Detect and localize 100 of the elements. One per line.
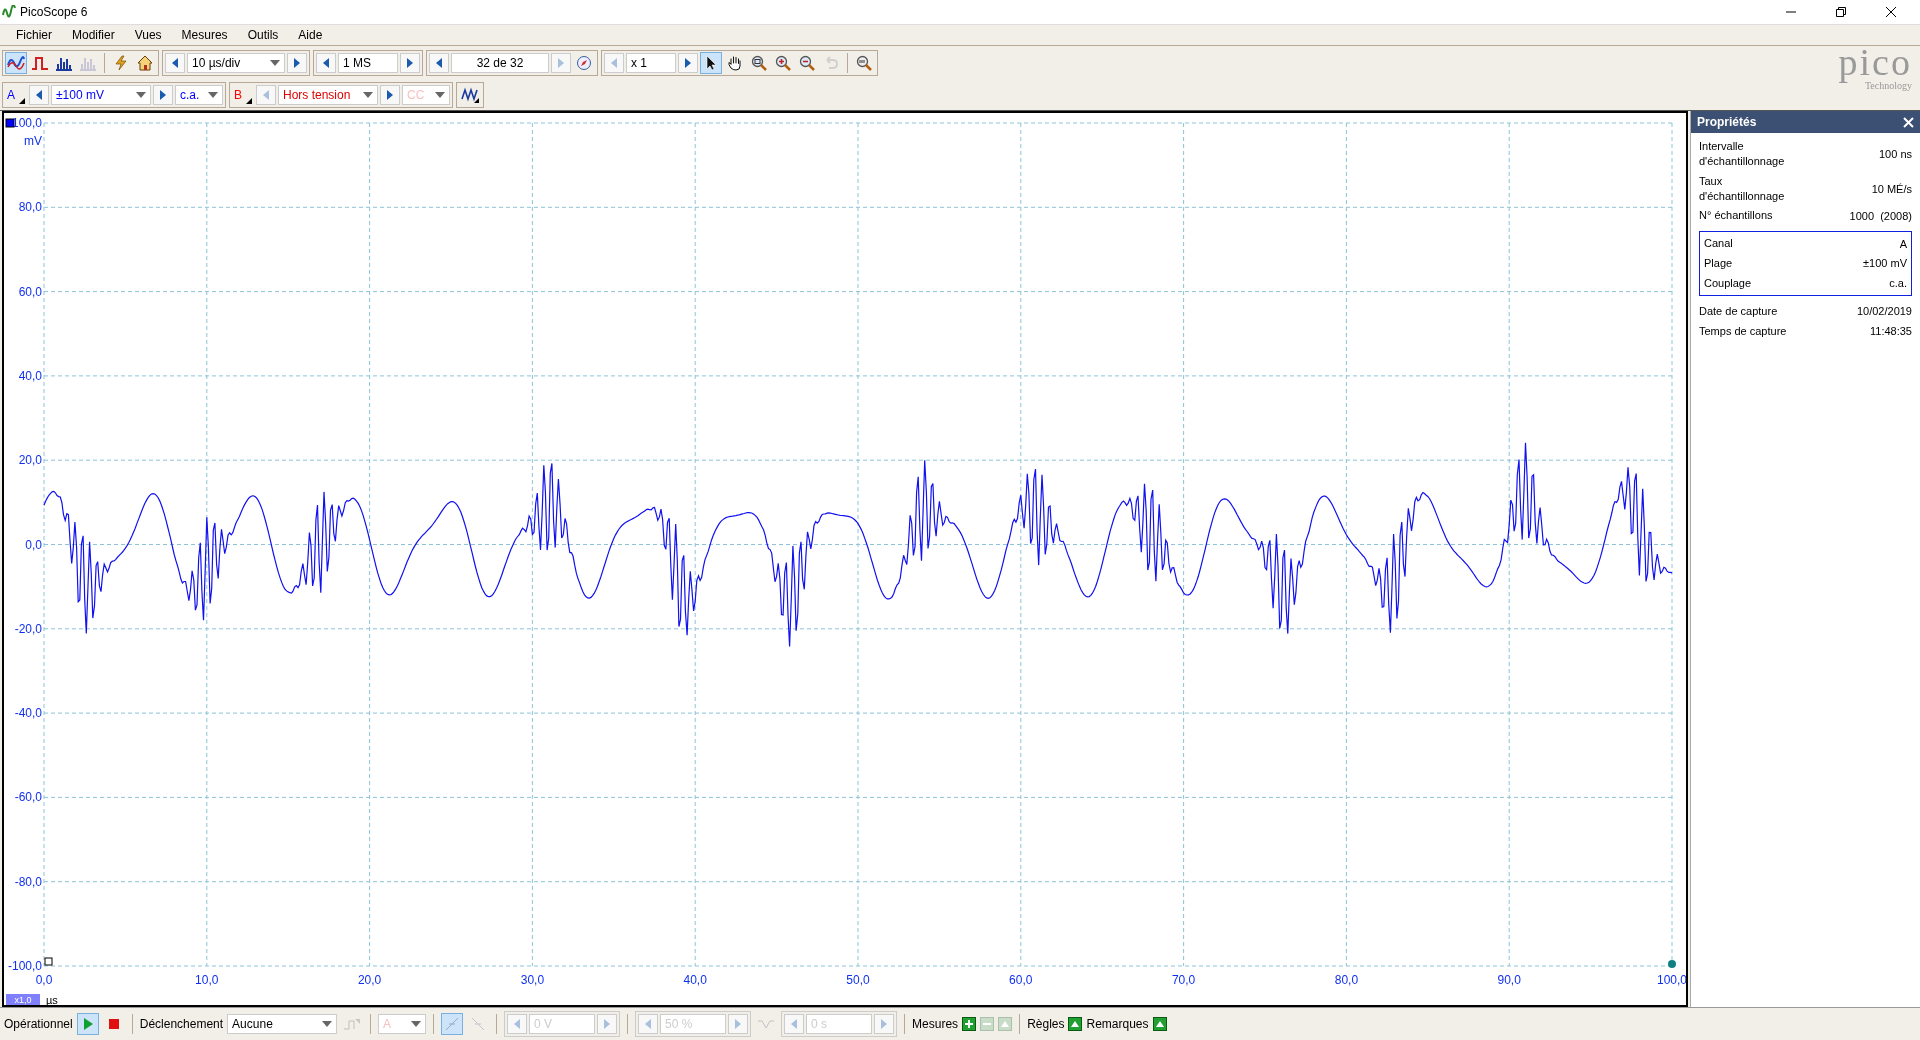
caret-icon [363,92,373,98]
right-triangle-icon [159,90,167,100]
menu-item[interactable]: Mesures [171,28,238,42]
plus-icon [962,1017,977,1031]
trigger-marker-icon[interactable] [1668,960,1676,968]
trigger-mode-dropdown[interactable]: Aucune [227,1014,338,1034]
arrow-right-button[interactable] [153,85,173,105]
bar-chart-icon [79,55,97,71]
left-triangle-icon [790,1019,799,1029]
app-logo-icon [2,5,16,19]
tool-button[interactable] [700,52,722,74]
right-triangle-icon [557,58,565,68]
timebase-dropdown[interactable]: 10 µs/div [187,53,285,73]
property-value: 11:48:35 [1870,325,1912,337]
channel-marker-icon[interactable] [5,118,15,128]
x-axis-label: 70,0 [1171,973,1196,987]
window-title: PicoScope 6 [20,5,88,19]
range-dropdown[interactable]: ±100 mV [51,85,151,105]
caret-icon [322,1021,333,1027]
rulers-label: Règles [1027,1017,1065,1031]
falling-edge-icon [470,1016,487,1032]
menu-item[interactable]: Outils [237,28,289,42]
rulers-button[interactable] [1068,1017,1083,1031]
arrow-left-button[interactable] [29,85,49,105]
channel-button[interactable]: A [5,85,27,105]
status-text: Opérationnel [4,1017,73,1031]
left-triangle-icon [435,58,443,68]
right-triangle-icon [734,1019,743,1029]
arrow-left-button[interactable] [316,53,336,73]
wave-icon [7,55,25,71]
y-axis-label: -40,0 [14,706,42,721]
samples-field[interactable]: 1 MS [338,53,398,73]
x-axis-label: 100,0 [1657,973,1686,987]
y-axis-label: 20,0 [18,453,42,468]
restore-icon[interactable] [1835,6,1847,18]
zoom-in-icon [775,55,791,71]
left-triangle-icon [322,58,330,68]
play-icon [81,1017,94,1031]
y-axis-label: 40,0 [18,368,42,383]
left-triangle-icon [513,1019,522,1029]
buffer-field[interactable]: 32 de 32 [451,53,549,73]
property-value: 10 MÉ/s [1871,182,1912,195]
measurements-label: Mesures [912,1017,959,1031]
y-axis-label: 0,0 [25,537,42,552]
mode-button[interactable] [5,52,27,74]
coupling-dropdown[interactable]: c.a. [175,85,223,105]
property-value: 100 ns [1878,147,1912,160]
arrow-right-button[interactable] [400,53,420,73]
add-measurement-button[interactable] [962,1017,977,1031]
y-axis-label: 100,0 [11,116,42,130]
brand-logo: pico [1838,43,1912,81]
close-icon[interactable] [1885,6,1897,18]
lightning-icon [113,55,129,71]
y-axis-label: -60,0 [14,790,42,805]
property-label: Couplage [1704,275,1752,291]
arrow-right-button[interactable] [380,85,400,105]
x-axis-label: 0,0 [35,973,53,987]
y-axis-label: -100,0 [7,959,42,973]
wave-icon [461,87,479,103]
arrow-right-button[interactable] [678,53,698,73]
property-value: A [1899,237,1907,250]
trigger-label: Déclenchement [139,1017,224,1031]
arrow-left-button[interactable] [165,53,185,73]
brand-tagline: Technology [1864,81,1912,91]
menu-item[interactable]: Aide [288,28,333,42]
zoom-field[interactable]: x 1 [626,53,676,73]
notes-label: Remarques [1086,1017,1149,1031]
caret-icon [208,92,218,98]
pulse-icon [31,55,49,71]
right-triangle-icon [684,58,692,68]
x-axis-label: 30,0 [520,973,545,987]
run-button[interactable] [76,1013,99,1035]
property-label: Intervalle d'échantillonnage [1699,139,1786,169]
arrow-left-button[interactable] [429,53,449,73]
right-triangle-icon [880,1019,889,1029]
property-label: Plage [1704,256,1733,271]
pulse-icon [343,1016,362,1032]
zoom-badge-background [6,994,40,1005]
menu-item[interactable]: Fichier [6,28,62,42]
right-triangle-icon [293,58,301,68]
y-axis-label: 60,0 [18,284,42,299]
y-axis-label: -80,0 [14,874,42,889]
x-axis-label: 20,0 [357,973,382,987]
property-value: 10/02/2019 [1856,305,1912,318]
x-axis-label: 10,0 [195,973,219,987]
arrow-right-button[interactable] [287,53,307,73]
property-label: N° échantillons [1699,208,1773,224]
right-triangle-icon [406,58,414,68]
menu-item[interactable]: Modifier [62,28,125,42]
ruler-handle-icon[interactable] [44,957,53,966]
y-axis-label: 80,0 [18,200,42,215]
caret-icon [435,92,445,98]
property-value: c.a. [1889,277,1907,290]
x-axis-label: 80,0 [1334,973,1359,987]
notes-button[interactable] [1152,1017,1167,1031]
menu-item[interactable]: Vues [124,28,172,42]
home-icon [137,55,153,71]
zoom-level-text: x1,0 [14,995,32,1005]
x-axis-label: 90,0 [1497,973,1521,987]
range-dropdown[interactable]: Hors tension [278,85,378,105]
